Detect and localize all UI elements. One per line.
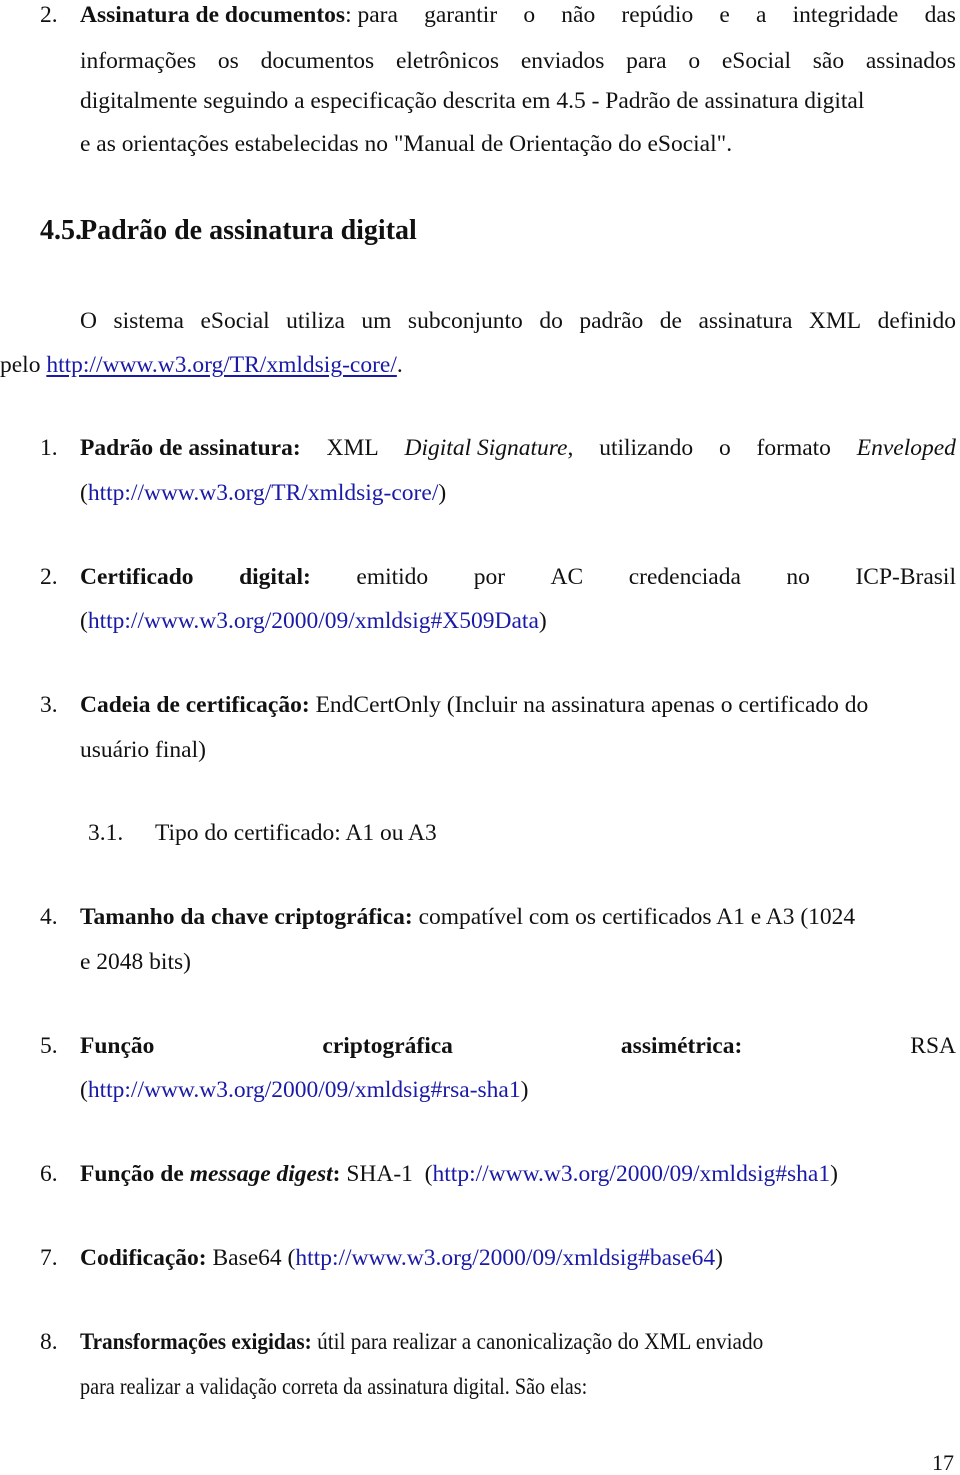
list-number: 6. — [40, 1161, 58, 1187]
paragraph-line-1: O sistema eSocial utiliza um subconjunto… — [80, 308, 956, 334]
list-number: 8. — [40, 1329, 58, 1355]
base64-link[interactable]: http://www.w3.org/2000/09/xmldsig#base64 — [295, 1245, 715, 1271]
sub-item-text: Tipo do certificado: A1 ou A3 — [155, 820, 437, 846]
list-number: 1. — [40, 435, 58, 461]
list-number: 3. — [40, 692, 58, 718]
item-7-line-1: Codificação: Base64 (http://www.w3.org/2… — [80, 1245, 723, 1271]
intro-line-2: informações os documentos eletrônicos en… — [80, 48, 956, 74]
item-label: Padrão de assinatura: — [80, 435, 301, 461]
item-label: Certificado — [80, 564, 194, 590]
item-5-line-2: (http://www.w3.org/2000/09/xmldsig#rsa-s… — [80, 1077, 529, 1103]
item-4-line-1: Tamanho da chave criptográfica: compatív… — [80, 904, 856, 930]
item-label: Função de message digest: — [80, 1161, 341, 1187]
document-page: 2. Assinatura de documentos: para garant… — [0, 0, 960, 1475]
item-3-line-1: Cadeia de certificação: EndCertOnly (Inc… — [80, 692, 869, 718]
list-number: 2. — [40, 564, 58, 590]
item-1-line-2: (http://www.w3.org/TR/xmldsig-core/) — [80, 480, 447, 506]
list-number: 5. — [40, 1033, 58, 1059]
item-8-line-1: Transformações exigidas: útil para reali… — [80, 1329, 764, 1355]
xmldsig-core-link[interactable]: http://www.w3.org/TR/xmldsig-core/ — [46, 352, 397, 378]
item-label: Transformações exigidas: — [80, 1329, 312, 1355]
item-4-line-2: e 2048 bits) — [80, 949, 191, 975]
sub-list-number: 3.1. — [88, 820, 124, 846]
item-6-line-1: Função de message digest: SHA-1 (http://… — [80, 1161, 838, 1187]
item-label: Tamanho da chave criptográfica: — [80, 904, 413, 930]
item-label: Codificação: — [80, 1245, 207, 1271]
list-number: 4. — [40, 904, 58, 930]
paragraph-line-2: pelo http://www.w3.org/TR/xmldsig-core/. — [0, 352, 403, 378]
item-2-line-1: Certificado digital: emitido por AC cred… — [80, 564, 956, 590]
section-title: Padrão de assinatura digital — [80, 215, 417, 246]
item-3-line-2: usuário final) — [80, 737, 206, 763]
item-5-line-1: Função criptográfica assimétrica: RSA — [80, 1033, 956, 1059]
page-number: 17 — [932, 1450, 954, 1475]
intro-line-1: Assinatura de documentos: para garantir … — [80, 2, 956, 28]
xmldsig-core-link[interactable]: http://www.w3.org/TR/xmldsig-core/ — [88, 480, 439, 506]
intro-line-3: digitalmente seguindo a especificação de… — [80, 88, 865, 114]
intro-line-4: e as orientações estabelecidas no "Manua… — [80, 131, 733, 157]
item-label: Assinatura de documentos — [80, 2, 346, 28]
item-label: Cadeia de certificação: — [80, 692, 310, 718]
x509data-link[interactable]: http://www.w3.org/2000/09/xmldsig#X509Da… — [88, 608, 539, 634]
item-8-line-2: para realizar a validação correta da ass… — [80, 1374, 588, 1400]
section-number: 4.5. — [40, 215, 82, 246]
item-1-line-1: Padrão de assinatura: XML Digital Signat… — [80, 435, 956, 461]
item-2-line-2: (http://www.w3.org/2000/09/xmldsig#X509D… — [80, 608, 547, 634]
item-label: Função — [80, 1033, 155, 1059]
sha1-link[interactable]: http://www.w3.org/2000/09/xmldsig#sha1 — [433, 1161, 831, 1187]
list-number: 7. — [40, 1245, 58, 1271]
rsa-sha1-link[interactable]: http://www.w3.org/2000/09/xmldsig#rsa-sh… — [88, 1077, 521, 1103]
list-number: 2. — [40, 2, 58, 28]
